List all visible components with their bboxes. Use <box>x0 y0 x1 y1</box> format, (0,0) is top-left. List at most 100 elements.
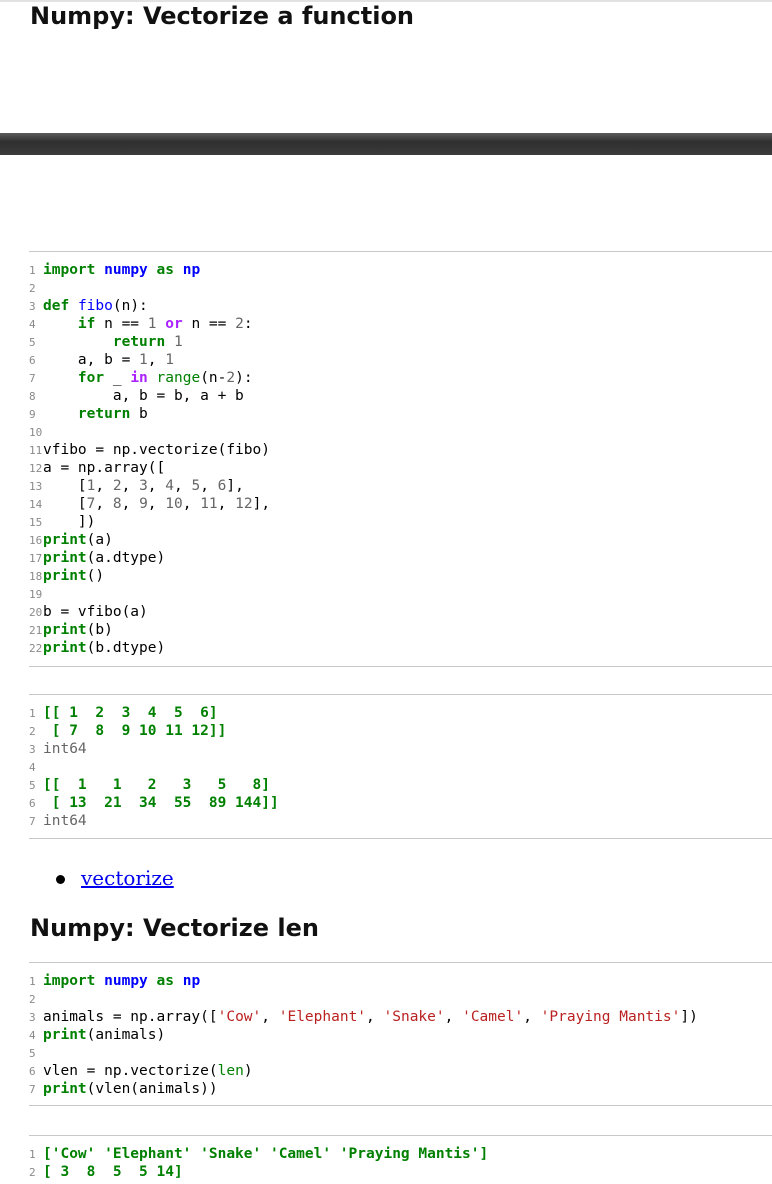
code-line: 4 <box>29 758 43 776</box>
code-line: 13 [1, 2, 3, 4, 5, 6], <box>29 477 244 495</box>
line-number: 5 <box>29 1047 36 1060</box>
code-token: fibo <box>77 298 113 314</box>
code-token: , <box>147 478 166 494</box>
code-token: ['Cow' 'Elephant' 'Snake' 'Camel' 'Prayi… <box>43 1146 489 1162</box>
code-token: a, b = <box>43 352 140 368</box>
code-token: np <box>182 973 201 989</box>
code-token: (n- <box>200 370 227 386</box>
section-title-vectorize-len: Numpy: Vectorize len <box>30 914 319 942</box>
code-token: , <box>95 478 113 494</box>
code-token: 1 <box>165 352 174 368</box>
code-token: , <box>182 496 201 512</box>
code-token: (animals) <box>86 1027 166 1043</box>
code-block-vlen: 1 import numpy as np 2 3 animals = np.array(… <box>29 962 772 1106</box>
code-line: 12a = np.array([ <box>29 459 165 477</box>
line-number: 15 <box>29 516 43 529</box>
line-number: 21 <box>29 624 43 637</box>
code-token: print <box>43 640 87 656</box>
code-line: 2 <box>29 990 43 1008</box>
code-token: 2 <box>235 316 244 332</box>
code-token: numpy <box>104 973 148 989</box>
code-line: 8 a, b = b, a + b <box>29 387 244 405</box>
code-token: or <box>165 316 183 332</box>
code-line: 2 [ 3 8 5 5 14] <box>29 1163 183 1181</box>
code-token: 4 <box>165 478 174 494</box>
code-token: (b) <box>86 622 113 638</box>
code-token: ], <box>252 496 271 512</box>
code-token: 'Elephant' <box>278 1009 367 1025</box>
code-token: return <box>112 334 166 350</box>
code-token: ]) <box>43 514 96 530</box>
line-number: 4 <box>29 318 36 331</box>
code-token: , <box>174 478 192 494</box>
line-number: 14 <box>29 498 43 511</box>
code-token: return <box>77 406 131 422</box>
code-line: 6 a, b = 1, 1 <box>29 351 174 369</box>
line-number: 7 <box>29 815 36 828</box>
code-line: 17print(a.dtype) <box>29 549 165 567</box>
code-token: as <box>156 262 174 278</box>
line-number: 5 <box>29 336 36 349</box>
line-number: 20 <box>29 606 43 619</box>
code-token: (vlen(animals)) <box>86 1081 218 1097</box>
code-token: 1 <box>173 334 183 350</box>
code-token: if <box>77 316 96 332</box>
code-token: , <box>121 496 140 512</box>
code-token: print <box>43 1027 87 1043</box>
code-token: 10 <box>165 496 183 512</box>
code-token: def <box>43 298 70 314</box>
code-token: (b.dtype) <box>86 640 166 656</box>
line-number: 9 <box>29 408 36 421</box>
code-token: print <box>43 532 87 548</box>
code-token: np <box>182 262 201 278</box>
code-token: [ 3 8 5 5 14] <box>43 1164 183 1180</box>
code-line: 3 animals = np.array(['Cow', 'Elephant', … <box>29 1008 698 1026</box>
code-line: 6 vlen = np.vectorize(len) <box>29 1062 253 1080</box>
vectorize-link[interactable]: vectorize <box>81 866 174 890</box>
line-number: 1 <box>29 264 36 277</box>
code-token: a, b = b, a + b <box>43 388 244 404</box>
code-token: 12 <box>235 496 253 512</box>
code-line: 5 <box>29 1044 43 1062</box>
line-number: 2 <box>29 282 36 295</box>
code-line: 3 def fibo(n): <box>29 297 148 315</box>
code-token: (n): <box>112 298 148 314</box>
line-number: 13 <box>29 480 43 493</box>
output-block-fibo: 1[[ 1 2 3 4 5 6] 2 [ 7 8 9 10 11 12]] 3 int… <box>29 694 772 839</box>
line-number: 6 <box>29 354 36 367</box>
line-number: 7 <box>29 372 36 385</box>
code-line: 18print() <box>29 567 104 585</box>
code-token: print <box>43 1081 87 1097</box>
code-token: 1 <box>147 316 157 332</box>
line-number: 1 <box>29 1148 36 1161</box>
line-number: 4 <box>29 761 36 774</box>
code-token: range <box>156 370 201 386</box>
code-line: 7 for _ in range(n-2): <box>29 369 253 387</box>
code-token: int64 <box>43 813 87 829</box>
code-token: , <box>200 478 218 494</box>
code-line: 5 return 1 <box>29 333 183 351</box>
code-line: 7 int64 <box>29 812 87 830</box>
code-line: 6 [ 13 21 34 55 89 144]] <box>29 794 279 812</box>
code-line: 5 [[ 1 1 2 3 5 8] <box>29 776 270 794</box>
code-line: 15 ]) <box>29 513 95 531</box>
code-token: _ <box>104 370 131 386</box>
code-token: 'Cow' <box>217 1009 262 1025</box>
code-token: ) <box>243 1063 253 1079</box>
code-line: 14 [7, 8, 9, 10, 11, 12], <box>29 495 270 513</box>
code-line: 20b = vfibo(a) <box>29 603 148 621</box>
code-line: 16print(a) <box>29 531 113 549</box>
code-token: 2 <box>112 478 122 494</box>
code-token: , <box>444 1009 463 1025</box>
code-token: int64 <box>43 741 87 757</box>
code-token: [ <box>43 496 87 512</box>
code-token: print <box>43 622 87 638</box>
line-number: 1 <box>29 975 36 988</box>
